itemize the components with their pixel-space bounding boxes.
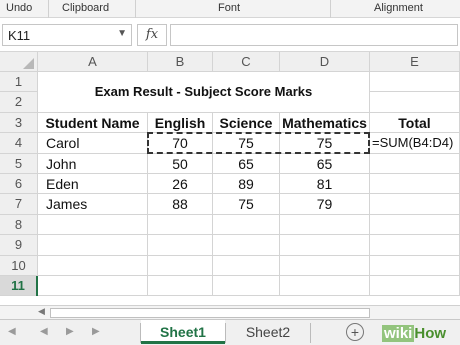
name-box-value: K11 xyxy=(8,28,31,43)
tab-divider xyxy=(310,323,311,343)
formula-input[interactable] xyxy=(170,24,458,46)
next-sheet-icon[interactable]: ▶ xyxy=(66,326,74,337)
cell-e4[interactable]: =SUM(B4:D4) xyxy=(370,133,460,154)
ribbon-group-labels: Undo Clipboard Font Alignment xyxy=(0,0,460,18)
cell-c10[interactable] xyxy=(213,255,280,276)
cell-d4[interactable]: 75 xyxy=(280,133,370,154)
cell-e8[interactable] xyxy=(370,214,460,236)
cell-a7[interactable]: James xyxy=(38,194,148,215)
cell-c5[interactable]: 65 xyxy=(213,153,280,174)
row-header-5[interactable]: 5 xyxy=(0,153,38,174)
cell-d6[interactable]: 81 xyxy=(280,174,370,195)
cell-e2[interactable] xyxy=(370,92,460,113)
ribbon-divider xyxy=(330,0,331,18)
cell-b4[interactable]: 70 xyxy=(148,133,213,154)
cell-b3[interactable]: English xyxy=(148,112,213,134)
name-box[interactable]: K11 ▼ xyxy=(2,24,132,46)
cell-d8[interactable] xyxy=(280,214,370,236)
cell-b7[interactable]: 88 xyxy=(148,194,213,215)
prev-sheet-icon[interactable]: ◀ xyxy=(40,326,48,337)
watermark-how: How xyxy=(414,325,447,342)
wikihow-watermark: wiki How xyxy=(382,325,446,342)
cell-e10[interactable] xyxy=(370,255,460,276)
cell-c9[interactable] xyxy=(213,235,280,256)
cell-b11[interactable] xyxy=(148,276,213,297)
scroll-left-icon[interactable]: ◀ xyxy=(38,306,45,317)
column-header-b[interactable]: B xyxy=(148,52,213,72)
row-header-7[interactable]: 7 xyxy=(0,194,38,215)
ribbon-alignment-label[interactable]: Alignment xyxy=(374,2,423,14)
first-sheet-icon[interactable]: ◀ xyxy=(8,326,16,337)
cell-b9[interactable] xyxy=(148,235,213,256)
scrollbar-thumb[interactable] xyxy=(50,308,370,318)
chevron-down-icon[interactable]: ▼ xyxy=(117,28,127,39)
cell-d9[interactable] xyxy=(280,235,370,256)
cell-e9[interactable] xyxy=(370,235,460,256)
cell-c3[interactable]: Science xyxy=(213,112,280,134)
cell-d5[interactable]: 65 xyxy=(280,153,370,174)
cell-d11[interactable] xyxy=(280,276,370,297)
row-header-10[interactable]: 10 xyxy=(0,255,38,276)
cell-a3[interactable]: Student Name xyxy=(38,112,148,134)
horizontal-scrollbar[interactable]: ◀ xyxy=(0,305,460,319)
row-header-3[interactable]: 3 xyxy=(0,112,38,134)
ribbon-divider xyxy=(48,0,49,18)
watermark-wiki: wiki xyxy=(382,325,415,342)
tab-sheet1[interactable]: Sheet1 xyxy=(141,320,225,344)
cell-a11[interactable] xyxy=(38,276,148,297)
cell-a10[interactable] xyxy=(38,255,148,276)
add-sheet-icon[interactable]: + xyxy=(346,323,364,341)
cell-c11[interactable] xyxy=(213,276,280,297)
row-header-8[interactable]: 8 xyxy=(0,214,38,236)
cell-a9[interactable] xyxy=(38,235,148,256)
sheet-tab-bar: ◀ ◀ ▶ ▶ Sheet1 Sheet2 + wiki How xyxy=(0,319,460,345)
cell-a4[interactable]: Carol xyxy=(38,133,148,154)
column-header-e[interactable]: E xyxy=(370,52,460,72)
column-header-c[interactable]: C xyxy=(213,52,280,72)
cell-d10[interactable] xyxy=(280,255,370,276)
cell-e6[interactable] xyxy=(370,174,460,195)
cell-d7[interactable]: 79 xyxy=(280,194,370,215)
cell-a8[interactable] xyxy=(38,214,148,236)
cell-b10[interactable] xyxy=(148,255,213,276)
active-cell-indicator xyxy=(36,276,38,297)
cell-a5[interactable]: John xyxy=(38,153,148,174)
cell-d3[interactable]: Mathematics xyxy=(280,112,370,134)
cell-c8[interactable] xyxy=(213,214,280,236)
insert-function-icon[interactable]: fx xyxy=(137,24,167,46)
sheet-title[interactable]: Exam Result - Subject Score Marks xyxy=(38,72,370,113)
cell-c7[interactable]: 75 xyxy=(213,194,280,215)
ribbon-divider xyxy=(135,0,136,18)
row-header-9[interactable]: 9 xyxy=(0,235,38,256)
select-all-corner[interactable] xyxy=(0,52,38,72)
column-header-d[interactable]: D xyxy=(280,52,370,72)
last-sheet-icon[interactable]: ▶ xyxy=(92,326,100,337)
tab-sheet2[interactable]: Sheet2 xyxy=(226,320,310,344)
cell-b5[interactable]: 50 xyxy=(148,153,213,174)
cell-e5[interactable] xyxy=(370,153,460,174)
column-header-a[interactable]: A xyxy=(38,52,148,72)
cell-e1[interactable] xyxy=(370,72,460,93)
ribbon-clipboard-label[interactable]: Clipboard xyxy=(62,2,109,14)
row-header-11[interactable]: 11 xyxy=(0,276,38,297)
cell-e3[interactable]: Total xyxy=(370,112,460,134)
ribbon-undo-label[interactable]: Undo xyxy=(6,2,32,14)
cell-b8[interactable] xyxy=(148,214,213,236)
cell-e11[interactable] xyxy=(370,276,460,297)
select-all-triangle-icon xyxy=(23,58,34,69)
cell-e7[interactable] xyxy=(370,194,460,215)
row-header-2[interactable]: 2 xyxy=(0,92,38,113)
row-header-6[interactable]: 6 xyxy=(0,174,38,195)
cell-c4[interactable]: 75 xyxy=(213,133,280,154)
row-header-1[interactable]: 1 xyxy=(0,72,38,93)
cell-c6[interactable]: 89 xyxy=(213,174,280,195)
cell-b6[interactable]: 26 xyxy=(148,174,213,195)
row-header-4[interactable]: 4 xyxy=(0,133,38,154)
formula-bar: K11 ▼ fx xyxy=(0,18,460,52)
ribbon-font-label[interactable]: Font xyxy=(218,2,240,14)
cell-a6[interactable]: Eden xyxy=(38,174,148,195)
